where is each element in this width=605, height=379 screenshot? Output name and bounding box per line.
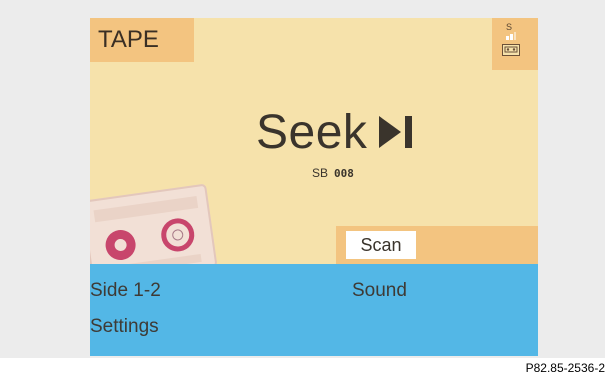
audio-screen: TAPE S Seek SB 008 Scan Side 1-2 Setting…	[90, 18, 538, 356]
seek-display: Seek	[256, 104, 415, 160]
bottom-menu: Side 1-2 Settings Sound	[90, 264, 538, 356]
counter-digits: 008	[334, 166, 354, 180]
track-counter: SB 008	[312, 166, 354, 180]
scan-button[interactable]: Scan	[346, 231, 416, 259]
cassette-icon	[90, 184, 217, 274]
menu-sound[interactable]: Sound	[352, 280, 407, 302]
signal-bars-icon	[506, 32, 516, 40]
menu-side-1-2[interactable]: Side 1-2	[90, 280, 161, 302]
status-s-label: S	[506, 22, 513, 32]
status-indicator: S	[492, 18, 538, 70]
cassette-status-icon	[502, 44, 520, 56]
mode-label: Seek	[256, 105, 368, 159]
source-label: TAPE	[98, 26, 159, 53]
menu-settings[interactable]: Settings	[90, 316, 159, 338]
source-tab-tape[interactable]: TAPE	[90, 18, 194, 62]
scan-strip: Scan	[336, 226, 538, 264]
counter-prefix: SB	[312, 166, 329, 180]
part-code: P82.85-2536-2	[525, 361, 605, 375]
scan-label: Scan	[360, 234, 402, 255]
display-frame: TAPE S Seek SB 008 Scan Side 1-2 Setting…	[0, 0, 605, 358]
skip-forward-icon	[379, 116, 413, 148]
